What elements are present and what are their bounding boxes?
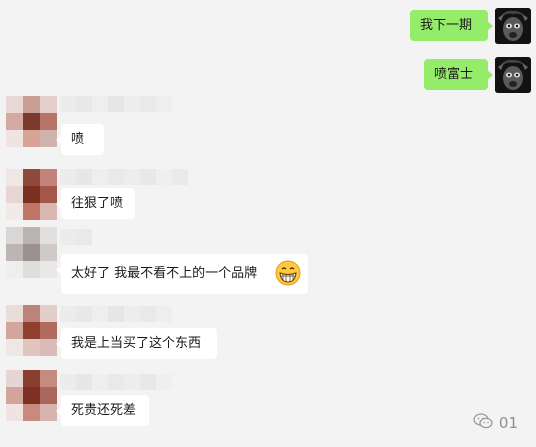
sender-name	[60, 96, 172, 112]
sender-name	[60, 229, 92, 245]
avatar[interactable]	[495, 57, 531, 93]
message-bubble[interactable]: 太好了 我最不看不上的一个品牌	[56, 254, 308, 294]
wechat-icon	[473, 413, 493, 433]
message-bubble[interactable]: 往狠了喷	[56, 188, 135, 219]
avatar[interactable]	[6, 96, 57, 147]
message-bubble[interactable]: 我是上当买了这个东西	[56, 328, 217, 359]
watermark: 01	[473, 413, 518, 433]
grinning-face-icon	[275, 260, 301, 303]
message-bubble[interactable]: 死贵还死差	[56, 395, 149, 426]
sender-name	[60, 306, 172, 322]
avatar[interactable]	[6, 370, 57, 421]
message-bubble[interactable]: 喷富士	[424, 59, 493, 90]
sender-name	[60, 374, 172, 390]
message-bubble[interactable]: 我下一期	[410, 10, 493, 41]
sender-name	[60, 169, 188, 185]
avatar[interactable]	[495, 8, 531, 44]
avatar[interactable]	[6, 227, 57, 278]
avatar[interactable]	[6, 169, 57, 220]
watermark-text: 01	[498, 414, 518, 432]
avatar[interactable]	[6, 305, 57, 356]
message-text: 太好了 我最不看不上的一个品牌	[71, 266, 258, 281]
message-bubble[interactable]: 喷	[56, 124, 104, 155]
